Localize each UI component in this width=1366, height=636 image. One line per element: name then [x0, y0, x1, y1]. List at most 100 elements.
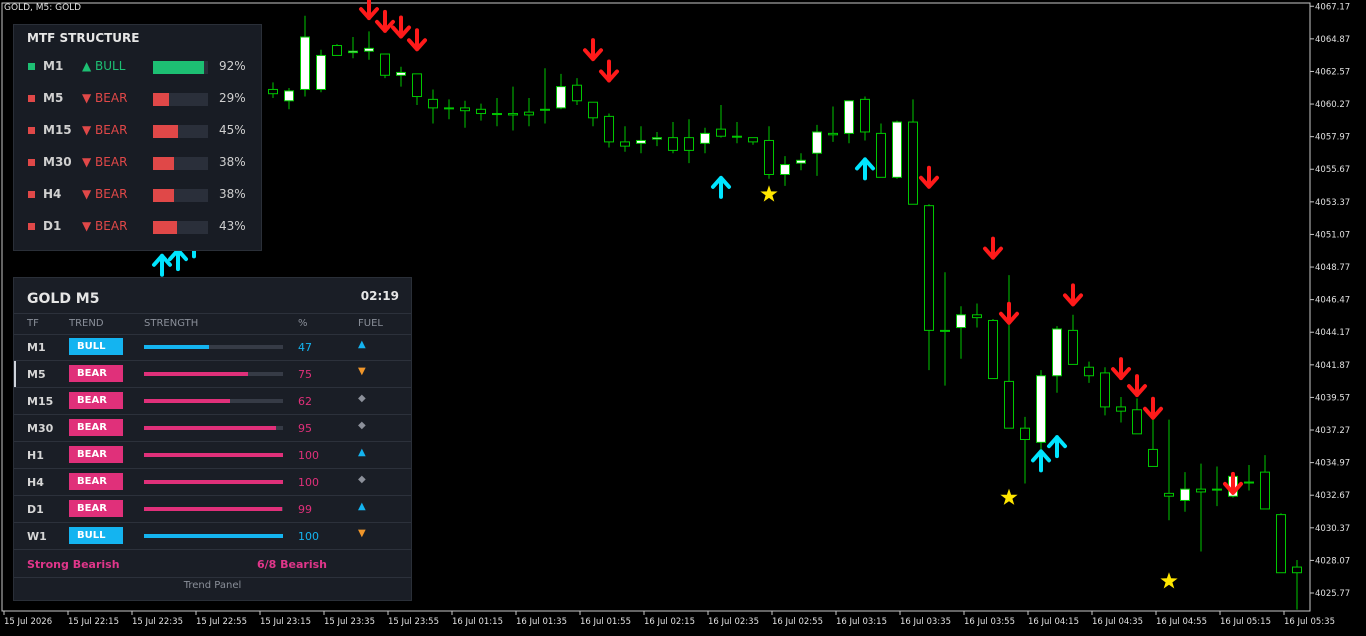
trend-panel-footer: Trend Panel [183, 580, 242, 591]
mtf-row-m1: M1 ▲ BULL 92% [14, 57, 263, 77]
trend-panel-time: 02:19 [360, 289, 399, 303]
x-tick-label: 15 Jul 23:15 [260, 617, 311, 627]
y-tick-label: 4039.57 [1315, 393, 1350, 403]
mtf-strength-fill [153, 189, 174, 202]
candle-body [1004, 380, 1014, 429]
candle-body [988, 319, 998, 380]
x-tick-label: 16 Jul 04:15 [1028, 617, 1079, 627]
candle-body [316, 54, 326, 90]
candle-body [956, 314, 966, 329]
candle-body [364, 47, 374, 52]
y-tick-label: 4053.37 [1315, 198, 1350, 208]
up-arrow-icon [855, 157, 875, 181]
star-icon [1000, 488, 1018, 505]
y-tick-label: 4041.87 [1315, 361, 1350, 371]
trend-row-w1[interactable]: W1 BULL 100 ▼ [14, 523, 411, 550]
candle-body [748, 137, 758, 143]
y-tick-label: 4060.27 [1315, 100, 1350, 110]
x-tick-label: 15 Jul 22:15 [68, 617, 119, 627]
y-tick-label: 4034.97 [1315, 459, 1350, 469]
status-square [28, 223, 35, 230]
strength-value: 95 [298, 422, 312, 435]
x-tick-label: 16 Jul 04:55 [1156, 617, 1207, 627]
candle-body [1292, 566, 1302, 574]
candle-body [1244, 481, 1254, 484]
x-tick-label: 16 Jul 01:35 [516, 617, 567, 627]
trend-row-m30[interactable]: M30 BEAR 95 ◆ [14, 415, 411, 442]
mtf-strength-fill [153, 93, 169, 106]
candle-body [1020, 427, 1030, 441]
candle-body [412, 73, 422, 98]
candle-body [1148, 448, 1158, 467]
status-square [28, 191, 35, 198]
y-tick-label: 4030.37 [1315, 524, 1350, 534]
strength-value: 99 [298, 503, 312, 516]
candle-body [1084, 366, 1094, 377]
mtf-percent: 43% [219, 219, 246, 233]
candle-body [796, 159, 806, 164]
mtf-strength-fill [153, 157, 174, 170]
trend-timeframe: M5 [27, 368, 46, 381]
summary-left: Strong Bearish [27, 558, 120, 571]
candle-body [668, 137, 678, 151]
x-tick-label: 15 Jul 22:55 [196, 617, 247, 627]
mtf-percent: 38% [219, 155, 246, 169]
mtf-strength-fill [153, 221, 177, 234]
up-arrow-icon [711, 175, 731, 199]
candle-body [860, 98, 870, 133]
candle-body [300, 36, 310, 90]
trend-badge: BULL [69, 338, 123, 355]
header-strength: STRENGTH [144, 318, 199, 329]
candle-body [524, 111, 534, 116]
trend-row-m1[interactable]: M1 BULL 47 ▲ [14, 334, 411, 361]
x-tick-label: 16 Jul 05:15 [1220, 617, 1271, 627]
strength-bar [144, 399, 283, 403]
fuel-icon: ▲ [358, 339, 366, 350]
candle-body [508, 113, 518, 116]
candle-body [716, 128, 726, 137]
candle-body [924, 205, 934, 331]
status-square [28, 159, 35, 166]
header-fuel: FUEL [358, 318, 383, 329]
strength-value: 100 [298, 449, 319, 462]
down-arrow-icon [999, 301, 1019, 325]
mtf-direction: ▼ BEAR [82, 155, 128, 169]
trend-row-h1[interactable]: H1 BEAR 100 ▲ [14, 442, 411, 469]
mtf-strength-fill [153, 125, 178, 138]
trend-row-d1[interactable]: D1 BEAR 99 ▲ [14, 496, 411, 523]
down-arrow-icon [1111, 357, 1131, 381]
down-arrow-icon [1127, 374, 1147, 398]
trend-badge: BULL [69, 527, 123, 544]
candle-body [1036, 375, 1046, 443]
candle-body [588, 101, 598, 119]
down-arrow-icon [407, 28, 427, 52]
trend-row-m5[interactable]: M5 BEAR 75 ▼ [14, 361, 411, 388]
fuel-icon: ◆ [358, 393, 366, 404]
candle-body [332, 45, 342, 56]
down-arrow-icon [391, 15, 411, 39]
mtf-timeframe: M15 [43, 123, 72, 137]
candle-body [1260, 471, 1270, 510]
x-tick-label: 16 Jul 01:15 [452, 617, 503, 627]
candle-body [908, 121, 918, 205]
x-tick-label: 15 Jul 22:35 [132, 617, 183, 627]
mtf-timeframe: H4 [43, 187, 62, 201]
candle-body [892, 121, 902, 178]
candle-body [876, 132, 886, 178]
y-tick-label: 4057.97 [1315, 133, 1350, 143]
trend-timeframe: M15 [27, 395, 54, 408]
down-arrow-icon [599, 59, 619, 83]
mtf-row-m5: M5 ▼ BEAR 29% [14, 89, 263, 109]
y-tick-label: 4046.47 [1315, 296, 1350, 306]
fuel-icon: ▲ [358, 501, 366, 512]
candle-body [460, 107, 470, 112]
trend-panel-symbol: GOLD M5 [27, 291, 100, 307]
candle-body [540, 108, 550, 111]
trend-row-h4[interactable]: H4 BEAR 100 ◆ [14, 469, 411, 496]
chart-title: GOLD, M5: GOLD [4, 3, 82, 13]
trend-badge: BEAR [69, 500, 123, 517]
mtf-row-h4: H4 ▼ BEAR 38% [14, 185, 263, 205]
mtf-strength-fill [153, 61, 204, 74]
trend-timeframe: D1 [27, 503, 44, 516]
trend-row-m15[interactable]: M15 BEAR 62 ◆ [14, 388, 411, 415]
